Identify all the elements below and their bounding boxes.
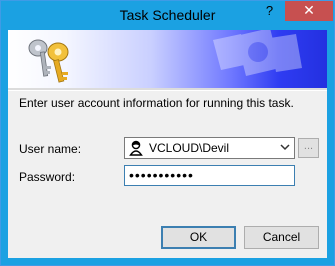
- user-icon: [129, 140, 143, 156]
- user-name-combobox[interactable]: VCLOUD\Devil: [124, 137, 295, 159]
- header-banner: [8, 30, 327, 88]
- password-label: Password:: [19, 170, 76, 184]
- banner-divider: [8, 88, 327, 91]
- close-button[interactable]: ✕: [285, 1, 333, 21]
- browse-user-button[interactable]: ...: [298, 138, 319, 158]
- keys-icon: [28, 30, 302, 83]
- instruction-text: Enter user account information for runni…: [19, 96, 294, 110]
- title-bar[interactable]: Task Scheduler ? ✕: [1, 1, 334, 29]
- cancel-button[interactable]: Cancel: [244, 226, 319, 249]
- dialog-body: Enter user account information for runni…: [8, 30, 327, 258]
- password-field[interactable]: •••••••••••: [124, 165, 295, 186]
- user-name-label: User name:: [19, 142, 82, 156]
- password-value: •••••••••••: [129, 167, 194, 183]
- user-name-value: VCLOUD\Devil: [149, 141, 230, 155]
- ok-button[interactable]: OK: [161, 226, 236, 249]
- help-button[interactable]: ?: [256, 1, 283, 21]
- chevron-down-icon[interactable]: [280, 142, 290, 152]
- dialog-window: Task Scheduler ? ✕ Enter user account in…: [0, 0, 335, 266]
